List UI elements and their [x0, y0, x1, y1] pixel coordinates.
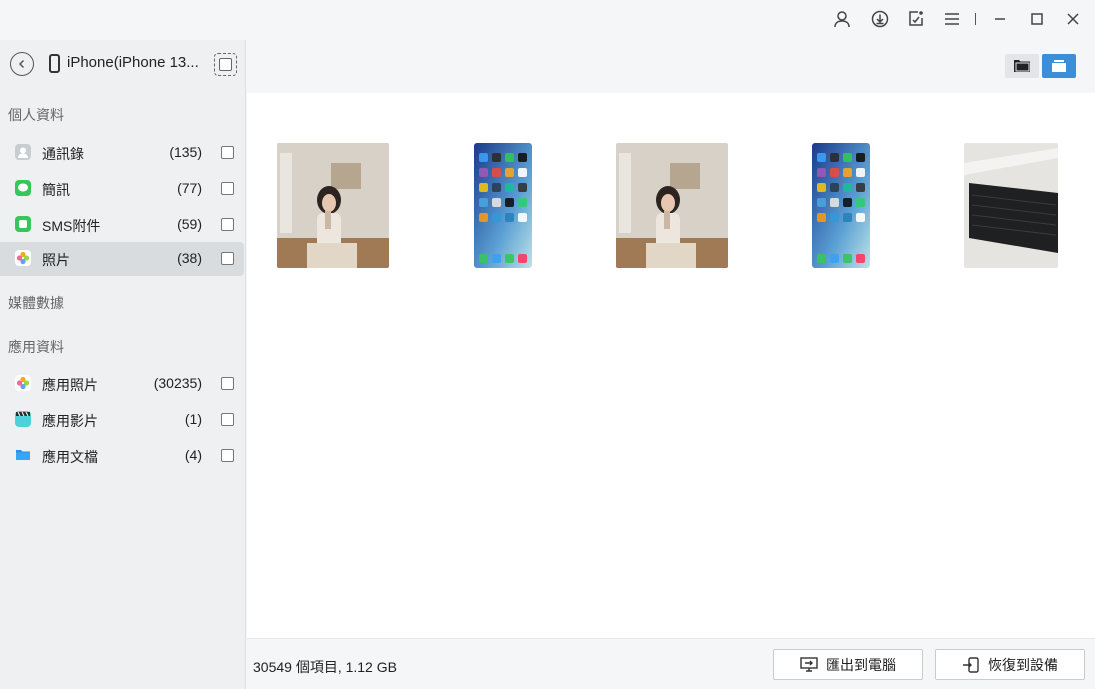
photo-grid — [247, 93, 1095, 638]
photo-thumbnail[interactable] — [277, 143, 389, 268]
maximize-icon[interactable] — [1026, 8, 1048, 30]
sidebar-item-count: (38) — [177, 250, 202, 266]
sidebar-item-messages[interactable]: 簡訊 (77) — [0, 172, 244, 206]
app-photos-icon — [15, 375, 31, 391]
sidebar-item-count: (135) — [169, 144, 202, 160]
messages-icon — [15, 180, 31, 196]
sidebar-item-checkbox[interactable] — [221, 146, 234, 159]
sidebar-item-checkbox[interactable] — [221, 218, 234, 231]
grid-view-button[interactable] — [1042, 54, 1076, 78]
sidebar-item-checkbox[interactable] — [221, 182, 234, 195]
sidebar-item-label: 應用文檔 — [42, 449, 98, 465]
photo-thumbnail[interactable] — [474, 143, 532, 268]
chevron-left-icon — [18, 59, 25, 69]
restore-to-device-icon — [963, 656, 979, 673]
footer-bar: 30549 個項目, 1.12 GB 匯出到電腦 恢復到設備 — [247, 638, 1095, 689]
title-bar-divider — [975, 13, 976, 25]
export-button-label: 匯出到電腦 — [826, 656, 896, 673]
main-panel: 30549 個項目, 1.12 GB 匯出到電腦 恢復到設備 — [247, 40, 1095, 689]
grid-view-icon — [1052, 60, 1066, 72]
folder-view-icon — [1014, 60, 1030, 72]
photo-thumbnail[interactable] — [812, 143, 870, 268]
close-icon[interactable] — [1062, 8, 1084, 30]
export-to-computer-button[interactable]: 匯出到電腦 — [773, 649, 923, 680]
restore-button-label: 恢復到設備 — [988, 656, 1058, 673]
title-bar — [0, 0, 1095, 40]
sms-attachment-icon — [15, 216, 31, 232]
section-title-personal: 個人資料 — [8, 107, 64, 123]
device-name: iPhone(iPhone 13... — [67, 54, 199, 71]
minimize-icon[interactable] — [989, 8, 1011, 30]
account-icon[interactable] — [831, 8, 853, 30]
photo-thumbnail[interactable] — [964, 143, 1058, 268]
select-all-checkbox-icon — [219, 58, 232, 71]
photos-icon — [15, 250, 31, 266]
feedback-icon[interactable] — [905, 8, 927, 30]
sidebar-item-photos[interactable]: 照片 (38) — [0, 242, 244, 276]
phone-icon — [49, 54, 60, 73]
download-icon[interactable] — [869, 8, 891, 30]
sidebar-item-app-videos[interactable]: 應用影片 (1) — [0, 403, 244, 437]
back-button[interactable] — [10, 52, 34, 76]
sidebar-item-count: (59) — [177, 216, 202, 232]
item-summary: 30549 個項目, 1.12 GB — [253, 659, 397, 675]
sidebar-item-count: (1) — [184, 411, 202, 427]
sidebar-item-checkbox[interactable] — [221, 252, 234, 265]
export-to-computer-icon — [800, 656, 818, 672]
contacts-icon — [15, 144, 31, 160]
sidebar-item-app-documents[interactable]: 應用文檔 (4) — [0, 439, 244, 473]
sidebar-item-app-photos[interactable]: 應用照片 (30235) — [0, 367, 244, 401]
sidebar-item-count: (77) — [177, 180, 202, 196]
restore-to-device-button[interactable]: 恢復到設備 — [935, 649, 1085, 680]
app-videos-icon — [15, 411, 31, 427]
device-bar: iPhone(iPhone 13... — [0, 40, 246, 92]
sidebar-item-contacts[interactable]: 通訊錄 (135) — [0, 136, 244, 170]
sidebar-item-count: (30235) — [153, 375, 202, 391]
view-toolbar — [247, 40, 1095, 93]
section-title-app-data: 應用資料 — [8, 339, 64, 355]
sidebar-item-checkbox[interactable] — [221, 413, 234, 426]
sidebar-item-label: 簡訊 — [42, 182, 70, 198]
sidebar-item-sms-attachments[interactable]: SMS附件 (59) — [0, 208, 244, 242]
section-title-media: 媒體數據 — [8, 295, 64, 311]
select-all-button[interactable] — [214, 53, 237, 76]
sidebar-item-label: 應用照片 — [42, 377, 98, 393]
sidebar-item-checkbox[interactable] — [221, 449, 234, 462]
photo-thumbnail[interactable] — [616, 143, 728, 268]
sidebar-item-label: 應用影片 — [42, 413, 98, 429]
folder-view-button[interactable] — [1005, 54, 1039, 78]
sidebar: iPhone(iPhone 13... 個人資料 通訊錄 (135) 簡訊 (7… — [0, 40, 246, 689]
sidebar-item-label: 照片 — [42, 252, 70, 268]
sidebar-item-label: 通訊錄 — [42, 146, 84, 162]
menu-icon[interactable] — [941, 8, 963, 30]
sidebar-item-count: (4) — [184, 447, 202, 463]
sidebar-item-label: SMS附件 — [42, 218, 101, 234]
app-documents-icon — [15, 447, 31, 463]
sidebar-item-checkbox[interactable] — [221, 377, 234, 390]
